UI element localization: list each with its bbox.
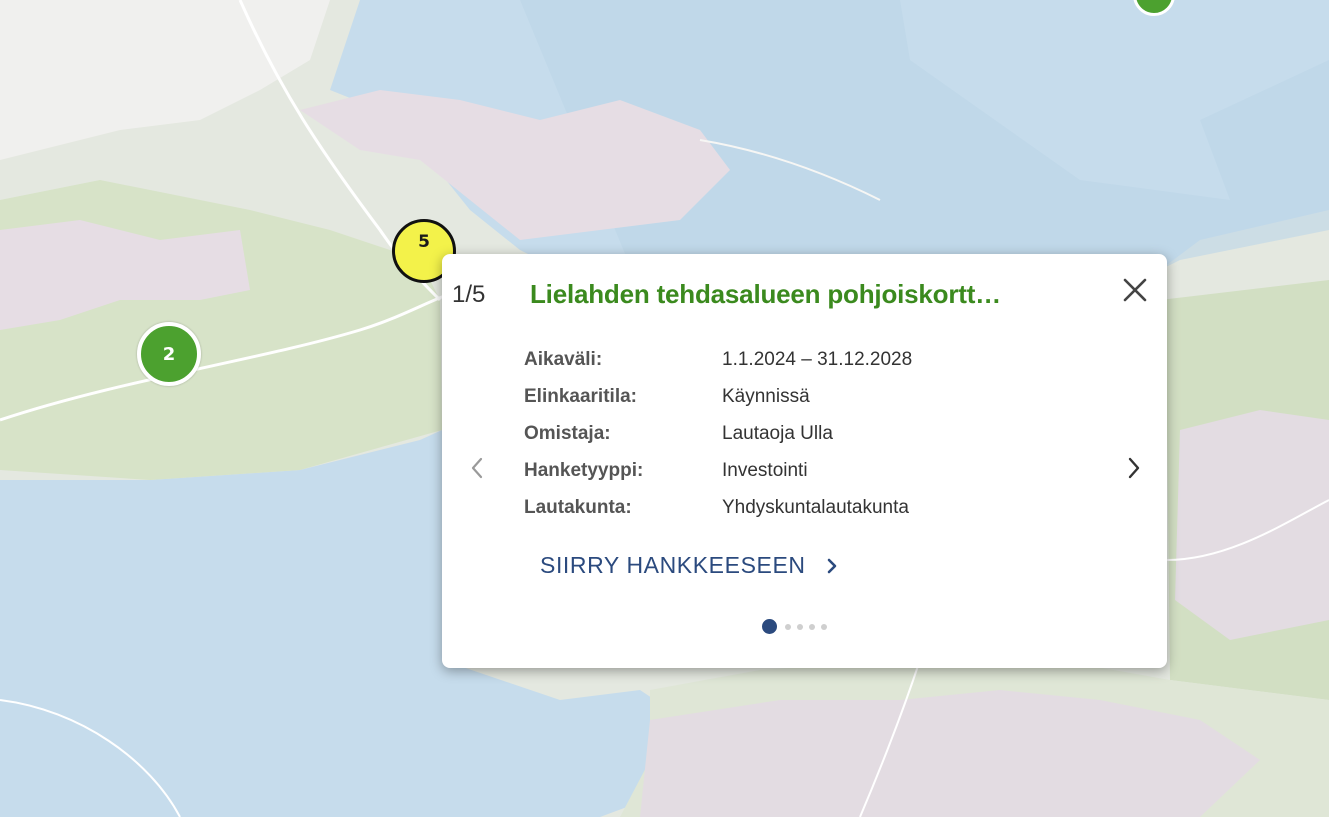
detail-row: Hanketyyppi: Investointi [524,460,912,497]
detail-row: Omistaja: Lautaoja Ulla [524,423,912,460]
cluster-count: 5 [418,232,430,252]
detail-value: Lautaoja Ulla [722,423,833,444]
chevron-right-icon [827,558,836,573]
close-icon [1123,278,1147,302]
detail-row: Aikaväli: 1.1.2024 – 31.12.2028 [524,349,912,386]
project-title[interactable]: Lielahden tehdasalueen pohjoiskortt… [530,279,1105,310]
page-dot[interactable] [797,623,803,630]
popup-counter: 1/5 [452,281,486,308]
detail-label: Lautakunta: [524,497,632,518]
detail-label: Omistaja: [524,423,611,444]
detail-label: Hanketyyppi: [524,460,644,481]
page-dot[interactable] [821,623,827,630]
page-dot[interactable] [785,623,791,630]
detail-value: Yhdyskuntalautakunta [722,497,909,518]
pagination-dots [762,619,827,634]
detail-label: Aikaväli: [524,349,603,370]
map-cluster-marker[interactable]: 2 [137,322,201,386]
chevron-left-icon [471,457,483,479]
project-details: Aikaväli: 1.1.2024 – 31.12.2028 Elinkaar… [524,349,912,534]
detail-label: Elinkaaritila: [524,386,637,407]
urban-area [1175,410,1329,640]
detail-value: Investointi [722,460,808,481]
detail-row: Elinkaaritila: Käynnissä [524,386,912,423]
project-popup: 1/5 Lielahden tehdasalueen pohjoiskortt…… [442,254,1167,668]
page-dot[interactable] [809,623,815,630]
close-button[interactable] [1115,270,1155,310]
next-button[interactable] [1119,451,1149,485]
detail-value: Käynnissä [722,386,810,407]
detail-value: 1.1.2024 – 31.12.2028 [722,349,913,370]
go-to-project-label: SIIRRY HANKKEESEEN [540,552,806,578]
go-to-project-link[interactable]: SIIRRY HANKKEESEEN [540,552,838,579]
page-dot-active[interactable] [762,619,777,634]
previous-button[interactable] [462,451,492,485]
detail-row: Lautakunta: Yhdyskuntalautakunta [524,497,912,534]
cluster-count: 2 [162,343,176,365]
chevron-right-icon [1128,457,1140,479]
